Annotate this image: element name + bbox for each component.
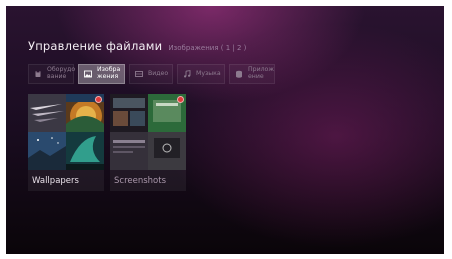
screenshot-thumbnail	[148, 94, 186, 132]
tab-music[interactable]: Музыка	[177, 64, 225, 84]
storage-icon	[34, 70, 42, 78]
tab-video-label: Видео	[148, 69, 169, 77]
tab-apps-label: Прилож ение	[248, 66, 274, 80]
category-tabs: Оборудо вание Изобра жения Видео Музыка …	[28, 64, 275, 84]
wallpaper-thumbnail	[66, 132, 104, 170]
wallpaper-thumbnail	[28, 94, 66, 132]
tab-video[interactable]: Видео	[129, 64, 173, 84]
page-subtitle: Изображения ( 1 | 2 )	[168, 44, 247, 52]
tab-images[interactable]: Изобра жения	[78, 64, 125, 84]
image-icon	[84, 70, 92, 78]
tab-hardware[interactable]: Оборудо вание	[28, 64, 76, 84]
folder-name: Wallpapers	[32, 176, 79, 186]
video-icon	[135, 70, 143, 78]
wallpaper-thumbnail	[28, 132, 66, 170]
new-badge	[95, 96, 102, 103]
new-badge	[177, 96, 184, 103]
header: Управление файлами Изображения ( 1 | 2 )	[28, 39, 246, 53]
page-title: Управление файлами	[28, 39, 163, 53]
tab-apps[interactable]: Прилож ение	[229, 64, 275, 84]
folder-wallpapers[interactable]: Wallpapers	[28, 94, 104, 191]
music-icon	[183, 70, 191, 78]
folder-screenshots[interactable]: Screenshots	[110, 94, 186, 191]
screenshot-thumbnail	[110, 94, 148, 132]
tab-music-label: Музыка	[196, 69, 221, 77]
folder-thumbnails	[110, 94, 186, 170]
screenshot-thumbnail	[148, 132, 186, 170]
app-icon	[235, 70, 243, 78]
tab-hardware-label: Оборудо вание	[47, 66, 76, 80]
folder-name: Screenshots	[114, 176, 167, 186]
folder-thumbnails	[28, 94, 104, 170]
tv-screen: Управление файлами Изображения ( 1 | 2 )…	[6, 6, 444, 254]
tab-images-label: Изобра жения	[97, 66, 121, 80]
wallpaper-thumbnail	[66, 94, 104, 132]
screenshot-thumbnail	[110, 132, 148, 170]
